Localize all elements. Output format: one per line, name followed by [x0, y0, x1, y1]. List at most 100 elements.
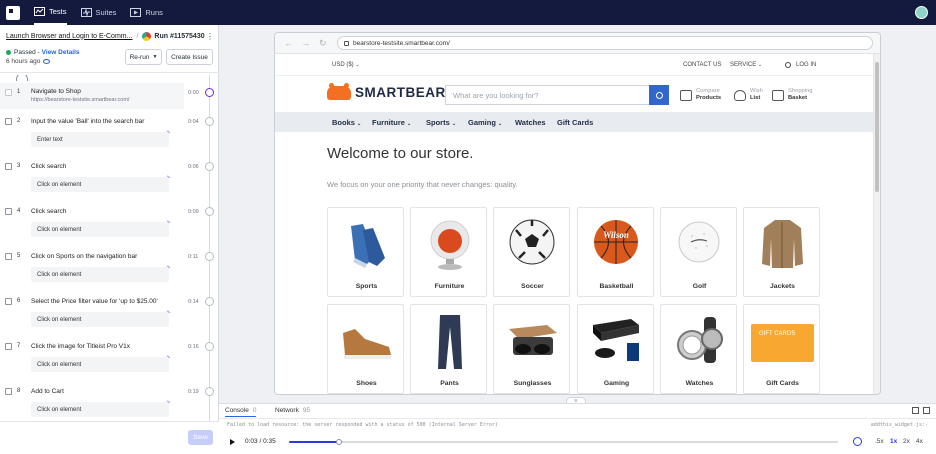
timeline-start-marker	[16, 75, 28, 81]
chevron-down-icon: ▼	[152, 54, 158, 60]
category-tile-watches[interactable]: Watches	[660, 304, 737, 394]
step-item[interactable]: 3 Click search ✧ Click on element 0:06	[0, 160, 219, 204]
category-tile-furniture[interactable]: Furniture	[410, 207, 487, 297]
category-books[interactable]: Books ⌄	[332, 118, 361, 127]
step-action-field[interactable]: Enter text	[31, 132, 169, 147]
timeline-dot[interactable]	[205, 297, 214, 306]
address-bar[interactable]: bearstore-testsite.smartbear.com/	[337, 36, 873, 50]
timeline-dot[interactable]	[205, 342, 214, 351]
timeline-dot[interactable]	[205, 387, 214, 396]
category-tile-basketball[interactable]: Wilson Basketball	[577, 207, 654, 297]
wishlist-link[interactable]: Wish List	[734, 88, 763, 102]
timeline-dot[interactable]	[205, 252, 214, 261]
console-error-source[interactable]: addthis_widget.js:-	[871, 422, 928, 428]
speed-4x[interactable]: 4x	[916, 438, 923, 445]
step-checkbox[interactable]	[5, 343, 12, 350]
step-action-field[interactable]: Click on element	[31, 402, 169, 417]
category-sports[interactable]: Sports ⌄	[426, 118, 456, 127]
step-item[interactable]: 7 Click the image for Titleist Pro V1x ✧…	[0, 340, 219, 384]
user-icon	[785, 62, 791, 68]
step-action-field[interactable]: Click on element	[31, 312, 169, 327]
save-button[interactable]: Save	[188, 430, 213, 445]
tab-network[interactable]: Network 95	[275, 407, 310, 414]
step-checkbox[interactable]	[5, 298, 12, 305]
step-item[interactable]: 2 Input the value 'Ball' into the search…	[0, 115, 219, 159]
step-action-field[interactable]: Click on element	[31, 177, 169, 192]
scrollbar-thumb[interactable]	[875, 62, 879, 192]
nav-runs[interactable]: Runs	[130, 0, 163, 25]
login-link[interactable]: LOG IN	[785, 62, 816, 68]
basket-icon	[772, 89, 784, 101]
tab-console[interactable]: Console 0	[225, 407, 257, 417]
step-item[interactable]: 8 Add to Cart ✧ Click on element 0:19	[0, 385, 219, 423]
store-search-button[interactable]	[649, 85, 669, 105]
dock-side-icon[interactable]	[923, 407, 930, 414]
speed-0-5x[interactable]: .5x	[875, 438, 884, 445]
utility-bar: USD ($) ⌄ CONTACT US SERVICE ⌄ LOG IN	[275, 54, 875, 76]
shopping-basket-link[interactable]: Shopping Basket	[772, 88, 813, 102]
service-menu[interactable]: SERVICE ⌄	[730, 62, 762, 68]
compare-icon	[680, 89, 692, 101]
chevron-down-icon: ⌄	[355, 62, 360, 68]
step-checkbox[interactable]	[5, 253, 12, 260]
step-time: 0:16	[188, 344, 199, 350]
store-search-input[interactable]: What are you looking for?	[445, 85, 650, 105]
more-options-icon[interactable]: ⋮	[206, 32, 214, 41]
play-icon[interactable]	[230, 439, 235, 445]
compare-products-link[interactable]: Compare Products	[680, 88, 721, 102]
step-checkbox[interactable]	[5, 388, 12, 395]
timeline-dot[interactable]	[205, 88, 214, 97]
category-tile-sunglasses[interactable]: Sunglasses	[493, 304, 570, 394]
step-item[interactable]: 4 Click search ✧ Click on element 0:09	[0, 205, 219, 249]
playback-scrubber[interactable]	[335, 439, 342, 445]
forward-icon[interactable]: →	[301, 38, 310, 48]
contact-us-link[interactable]: CONTACT US	[683, 62, 721, 68]
page-scrollbar[interactable]	[873, 54, 880, 394]
category-gaming[interactable]: Gaming ⌄	[468, 118, 502, 127]
timeline-dot[interactable]	[205, 207, 214, 216]
step-checkbox[interactable]	[5, 118, 12, 125]
store-logo[interactable]: SMARTBEAR	[327, 82, 446, 100]
step-action-field[interactable]: Click on element	[31, 267, 169, 282]
nav-suites[interactable]: Suites	[80, 0, 116, 25]
step-checkbox[interactable]	[5, 89, 12, 96]
category-tile-jackets[interactable]: Jackets	[743, 207, 820, 297]
eye-icon[interactable]	[43, 59, 51, 64]
step-checkbox[interactable]	[5, 163, 12, 170]
test-title-link[interactable]: Launch Browser and Login to E-Comm...	[6, 33, 132, 40]
category-tile-pants[interactable]: Pants	[410, 304, 487, 394]
category-tile-sports[interactable]: Sports	[327, 207, 404, 297]
step-item[interactable]: 1 Navigate to Shop https://bearstore-tes…	[0, 83, 219, 113]
welcome-heading: Welcome to our store.	[327, 145, 474, 162]
chevron-down-icon: ⌄	[357, 121, 362, 127]
category-tile-soccer[interactable]: Soccer	[493, 207, 570, 297]
step-checkbox[interactable]	[5, 208, 12, 215]
category-tile-gaming[interactable]: Gaming	[577, 304, 654, 394]
category-tile-gift-cards[interactable]: GIFT CARDS Gift Cards	[743, 304, 820, 394]
app-logo[interactable]	[6, 5, 20, 20]
dock-bottom-icon[interactable]	[912, 407, 919, 414]
speed-1x[interactable]: 1x	[890, 438, 897, 445]
speed-2x[interactable]: 2x	[903, 438, 910, 445]
user-avatar[interactable]	[915, 6, 928, 19]
step-item[interactable]: 5 Click on Sports on the navigation bar …	[0, 250, 219, 294]
view-details-link[interactable]: View Details	[42, 49, 80, 56]
nav-tests[interactable]: Tests	[34, 0, 67, 25]
currency-selector[interactable]: USD ($) ⌄	[332, 62, 360, 68]
category-tile-shoes[interactable]: Shoes	[327, 304, 404, 394]
category-watches[interactable]: Watches	[515, 118, 546, 127]
step-time: 0:11	[188, 254, 199, 260]
rerun-button[interactable]: Re-run ▼	[125, 49, 162, 65]
timeline-dot[interactable]	[205, 162, 214, 171]
playback-track[interactable]	[289, 439, 838, 445]
category-tile-golf[interactable]: Golf	[660, 207, 737, 297]
step-item[interactable]: 6 Select the Price filter value for 'up …	[0, 295, 219, 339]
back-icon[interactable]: ←	[284, 38, 293, 48]
timeline-dot[interactable]	[205, 117, 214, 126]
create-issue-button[interactable]: Create Issue	[166, 49, 213, 65]
category-furniture[interactable]: Furniture ⌄	[372, 118, 411, 127]
step-action-field[interactable]: Click on element	[31, 357, 169, 372]
category-gift-cards[interactable]: Gift Cards	[557, 118, 593, 127]
reload-icon[interactable]: ↻	[319, 38, 327, 49]
step-action-field[interactable]: Click on element	[31, 222, 169, 237]
